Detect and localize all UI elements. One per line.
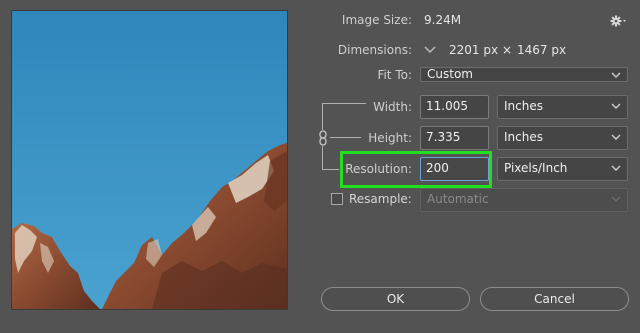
width-unit-value: Inches [504,99,543,113]
resolution-label: Resolution: [345,162,412,176]
chevron-down-icon[interactable] [423,43,437,57]
width-unit-select[interactable]: Inches [497,95,628,119]
dimensions-width: 2201 px [449,43,499,57]
width-input[interactable]: 11.005 [420,95,489,119]
image-size-label: Image Size: [341,13,412,27]
height-unit-value: Inches [504,130,543,144]
chevron-down-icon [610,193,622,205]
fit-to-value: Custom [427,67,473,81]
resample-label: Resample: [349,192,412,206]
resolution-unit-value: Pixels/Inch [504,161,568,175]
resolution-unit-select[interactable]: Pixels/Inch [497,157,628,181]
height-label: Height: [368,131,412,145]
resample-value: Automatic [427,192,489,206]
gear-icon[interactable] [609,13,629,29]
dimensions-height: 1467 px [517,43,567,57]
width-label: Width: [373,100,412,114]
preview-image [12,11,287,309]
fit-to-select[interactable]: Custom [420,67,628,82]
height-unit-select[interactable]: Inches [497,126,628,150]
image-preview[interactable] [11,10,288,310]
dimensions-label: Dimensions: [337,43,412,57]
cancel-button[interactable]: Cancel [480,287,629,311]
chevron-down-icon [610,69,622,81]
resolution-input[interactable]: 200 [420,157,489,181]
ok-button[interactable]: OK [321,287,470,311]
height-input[interactable]: 7.335 [420,126,489,150]
dimensions-times: × [502,43,513,57]
chevron-down-icon [610,100,622,112]
chevron-down-icon [610,131,622,143]
resample-checkbox[interactable] [331,193,343,205]
resample-select[interactable]: Automatic [420,188,628,212]
chevron-down-icon [610,162,622,174]
image-size-value: 9.24M [424,13,462,27]
fit-to-label: Fit To: [377,68,412,82]
